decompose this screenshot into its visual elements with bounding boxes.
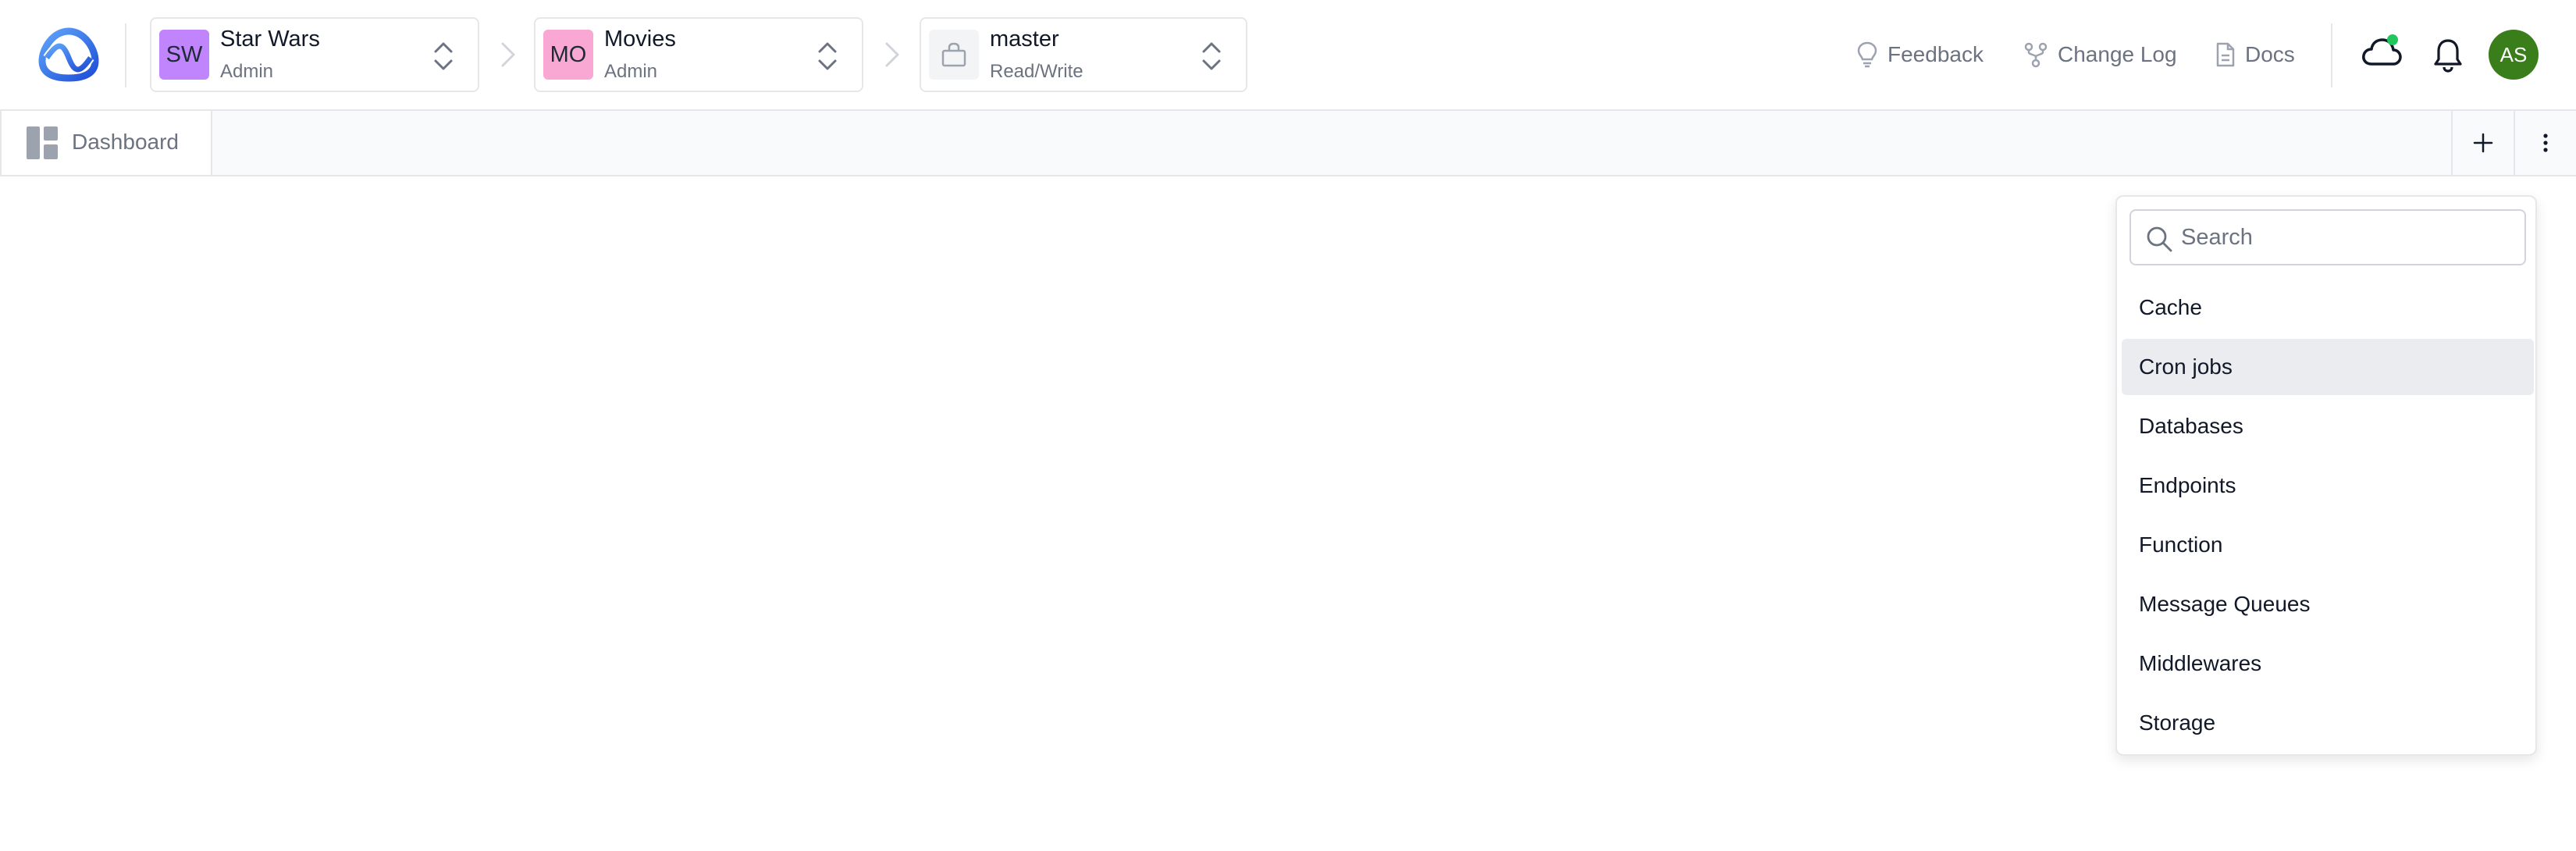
logo-divider [125, 23, 126, 87]
branch-permission: Read/Write [990, 61, 1083, 82]
project-badge: MO [543, 30, 593, 80]
tab-dashboard-label: Dashboard [72, 130, 179, 154]
search-box[interactable] [2129, 209, 2526, 265]
top-navigation-bar: SW Star Wars Admin MO Movies Admin maste… [0, 0, 2576, 111]
project-name: Movies [604, 27, 676, 52]
branch-selector[interactable]: master Read/Write [920, 17, 1247, 92]
menu-item-cron-jobs[interactable]: Cron jobs [2122, 339, 2534, 395]
chevron-right-icon [885, 42, 899, 67]
plus-icon [2473, 133, 2493, 153]
status-dot [2387, 34, 2398, 45]
chevrons-up-down-icon [434, 42, 453, 70]
more-vertical-icon [2543, 134, 2548, 152]
change-log-link[interactable]: Change Log [2023, 39, 2177, 70]
menu-item-endpoints[interactable]: Endpoints [2122, 458, 2534, 514]
header-divider [2331, 23, 2332, 87]
feedback-label: Feedback [1888, 42, 1984, 66]
search-input[interactable] [2181, 219, 2517, 256]
dashboard-icon [27, 126, 58, 159]
more-options-button[interactable] [2514, 111, 2576, 175]
app-logo-icon[interactable] [36, 27, 101, 83]
menu-item-function[interactable]: Function [2122, 517, 2534, 573]
chevrons-up-down-icon [1202, 42, 1221, 70]
branch-name: master [990, 27, 1059, 52]
app-window: SW Star Wars Admin MO Movies Admin maste… [0, 0, 2576, 851]
lock-icon [941, 42, 966, 67]
organization-badge: SW [159, 30, 209, 80]
add-tab-button[interactable] [2451, 111, 2514, 175]
organization-selector[interactable]: SW Star Wars Admin [150, 17, 479, 92]
chevrons-up-down-icon [818, 42, 837, 70]
docs-link[interactable]: Docs [2215, 39, 2295, 70]
project-selector[interactable]: MO Movies Admin [534, 17, 863, 92]
bell-icon[interactable] [2432, 37, 2464, 73]
user-avatar[interactable]: AS [2489, 30, 2539, 80]
menu-item-storage[interactable]: Storage [2122, 695, 2534, 751]
menu-item-cache[interactable]: Cache [2122, 280, 2534, 336]
project-role: Admin [604, 61, 658, 82]
tab-dashboard[interactable]: Dashboard [0, 111, 212, 175]
organization-role: Admin [220, 61, 274, 82]
tab-bar: Dashboard [0, 111, 2576, 176]
menu-item-databases[interactable]: Databases [2122, 398, 2534, 454]
document-icon [2216, 42, 2235, 67]
organization-name: Star Wars [220, 27, 320, 52]
chevron-right-icon [501, 42, 515, 67]
change-log-label: Change Log [2058, 42, 2177, 66]
git-fork-icon [2024, 42, 2048, 68]
feedback-link[interactable]: Feedback [1856, 39, 1984, 70]
menu-item-middlewares[interactable]: Middlewares [2122, 636, 2534, 692]
docs-label: Docs [2245, 42, 2295, 66]
menu-item-message-queues[interactable]: Message Queues [2122, 576, 2534, 632]
add-widget-dropdown: Cache Cron jobs Databases Endpoints Func… [2115, 195, 2537, 756]
lightbulb-icon [1857, 41, 1877, 68]
search-icon [2147, 226, 2172, 252]
branch-badge [929, 30, 979, 80]
